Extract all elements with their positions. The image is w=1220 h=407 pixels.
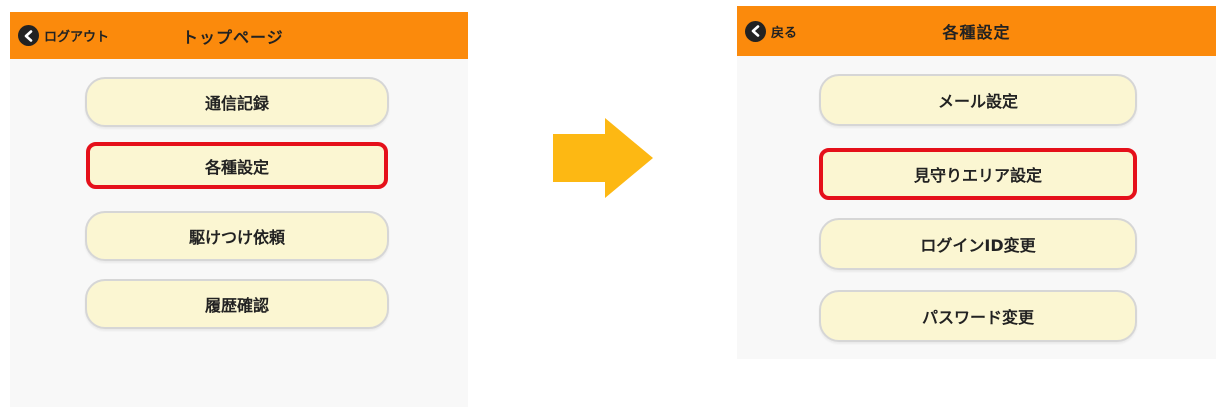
- menu-button-call-log[interactable]: 通信記録: [85, 77, 389, 127]
- tutorial-figure: ログアウト トップページ 通信記録 各種設定 駆けつけ依頼 履歴確認 戻る 各種…: [0, 0, 1220, 407]
- app-header: 戻る 各種設定: [737, 6, 1216, 56]
- app-header: ログアウト トップページ: [10, 12, 468, 59]
- menu-button-dispatch-request[interactable]: 駆けつけ依頼: [85, 211, 389, 261]
- menu-button-change-password[interactable]: パスワード変更: [819, 290, 1137, 342]
- menu-button-change-login-id[interactable]: ログインID変更: [819, 218, 1137, 270]
- next-step-arrow-icon: [553, 118, 653, 198]
- chevron-left-icon: [18, 25, 39, 46]
- menu-button-mail-settings[interactable]: メール設定: [819, 74, 1137, 126]
- menu-button-history[interactable]: 履歴確認: [85, 279, 389, 329]
- menu-button-settings[interactable]: 各種設定: [86, 142, 388, 189]
- top-page-screen: ログアウト トップページ 通信記録 各種設定 駆けつけ依頼 履歴確認: [10, 12, 468, 407]
- settings-screen: 戻る 各種設定 メール設定 見守りエリア設定 ログインID変更 パスワード変更: [737, 6, 1216, 359]
- page-title: 各種設定: [942, 23, 1011, 42]
- logout-label: ログアウト: [44, 30, 110, 45]
- menu-button-watch-area-settings[interactable]: 見守りエリア設定: [819, 148, 1137, 200]
- page-title: トップページ: [182, 27, 284, 47]
- logout-button[interactable]: ログアウト: [18, 12, 109, 59]
